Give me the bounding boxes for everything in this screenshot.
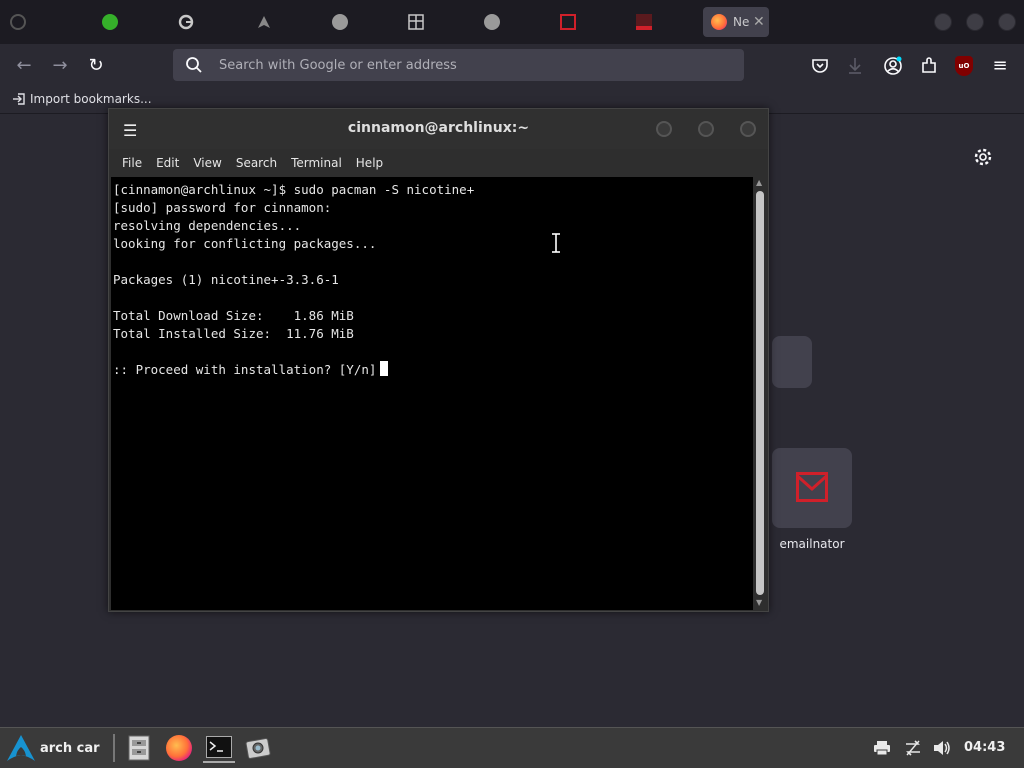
red-square-favicon-icon: [560, 14, 576, 30]
terminal-title-bar[interactable]: ☰ cinnamon@archlinux:~: [109, 109, 768, 149]
green-face-favicon-icon: [102, 14, 118, 30]
back-arrow-icon[interactable]: ←: [12, 54, 36, 78]
menu-view[interactable]: View: [186, 156, 228, 170]
address-bar[interactable]: [173, 49, 744, 81]
gear-icon[interactable]: [973, 147, 993, 167]
ublock-origin-icon[interactable]: uO: [955, 56, 973, 76]
terminal-menubar: File Edit View Search Terminal Help: [109, 149, 768, 177]
ibeam-cursor-icon: [552, 233, 560, 253]
tab-1[interactable]: [92, 7, 152, 37]
menu-search[interactable]: Search: [229, 156, 284, 170]
forward-arrow-icon[interactable]: →: [48, 54, 72, 78]
pocket-icon[interactable]: [811, 57, 829, 75]
firefox-favicon-icon: [711, 14, 727, 30]
screenshot-icon[interactable]: [243, 733, 275, 763]
grid-favicon-icon: [408, 14, 424, 30]
scroll-down-icon[interactable]: ▼: [756, 598, 762, 607]
close-button[interactable]: [740, 121, 756, 137]
maximize-window-button[interactable]: [966, 13, 984, 31]
file-manager-icon[interactable]: [123, 733, 155, 763]
menu-edit[interactable]: Edit: [149, 156, 186, 170]
archlinux-logo-icon: [7, 735, 35, 761]
taskbar-separator: [113, 734, 115, 762]
tab-7[interactable]: [550, 7, 610, 37]
clock[interactable]: 04:43: [964, 740, 1005, 755]
account-icon[interactable]: [883, 56, 903, 76]
reload-icon[interactable]: ↻: [84, 54, 108, 78]
taskbar: arch car 04:43: [0, 727, 1024, 768]
minimize-window-button[interactable]: [934, 13, 952, 31]
minimize-button[interactable]: [656, 121, 672, 137]
tab-4[interactable]: [322, 7, 382, 37]
extensions-icon[interactable]: [919, 56, 939, 76]
browser-tab-bar: Ne ✕: [0, 0, 1024, 44]
address-input[interactable]: [217, 49, 717, 81]
browser-nav-bar: ← → ↻ uO ≡: [0, 44, 1024, 88]
volume-icon[interactable]: [933, 740, 951, 756]
close-window-button[interactable]: [998, 13, 1016, 31]
import-bookmarks-label: Import bookmarks...: [30, 92, 152, 106]
terminal-output-text: [cinnamon@archlinux ~]$ sudo pacman -S n…: [113, 182, 475, 377]
google-favicon-icon: [178, 14, 194, 30]
menu-label: arch car: [40, 740, 100, 756]
menu-terminal[interactable]: Terminal: [284, 156, 349, 170]
circle-favicon-icon: [10, 14, 26, 30]
maximize-button[interactable]: [698, 121, 714, 137]
terminal-screen[interactable]: [cinnamon@archlinux ~]$ sudo pacman -S n…: [111, 177, 753, 610]
tab-active-new-tab[interactable]: Ne ✕: [703, 7, 769, 37]
hamburger-menu-icon[interactable]: ≡: [988, 54, 1012, 78]
shortcut-tile[interactable]: [772, 336, 812, 388]
import-icon: [13, 93, 25, 105]
envelope-icon: [796, 472, 828, 502]
terminal-window: ☰ cinnamon@archlinux:~ File Edit View Se…: [108, 108, 769, 612]
tab-5[interactable]: [398, 7, 458, 37]
printer-icon[interactable]: [873, 740, 891, 756]
menu-file[interactable]: File: [115, 156, 149, 170]
shortcut-tile-emailnator[interactable]: [772, 448, 852, 528]
import-bookmarks-button[interactable]: Import bookmarks...: [12, 92, 152, 106]
terminal-scrollbar[interactable]: ▲ ▼: [753, 177, 767, 610]
scroll-up-icon[interactable]: ▲: [756, 178, 762, 187]
archlinux-favicon-icon: [258, 16, 270, 28]
tab-3[interactable]: [246, 7, 306, 37]
tab-title: Ne: [733, 15, 750, 29]
start-menu-button[interactable]: arch car: [6, 732, 100, 764]
downloads-icon[interactable]: [847, 57, 863, 75]
text-cursor: [380, 361, 389, 376]
tab-8[interactable]: [626, 7, 686, 37]
menu-help[interactable]: Help: [349, 156, 390, 170]
tab-6[interactable]: [474, 7, 534, 37]
close-tab-icon[interactable]: ✕: [753, 14, 765, 30]
tab-2[interactable]: [168, 7, 228, 37]
terminal-output: [cinnamon@archlinux ~]$ sudo pacman -S n…: [113, 181, 753, 379]
brain-favicon-icon: [332, 14, 348, 30]
firefox-icon[interactable]: [163, 733, 195, 763]
shortcut-label: emailnator: [779, 537, 845, 551]
terminal-icon[interactable]: [203, 733, 235, 763]
brain-favicon-icon: [484, 14, 500, 30]
network-icon[interactable]: [904, 740, 922, 756]
tab-pinned-1[interactable]: [0, 7, 60, 37]
red-i-favicon-icon: [636, 14, 652, 30]
scrollbar-thumb[interactable]: [756, 191, 764, 595]
search-icon: [186, 57, 202, 73]
